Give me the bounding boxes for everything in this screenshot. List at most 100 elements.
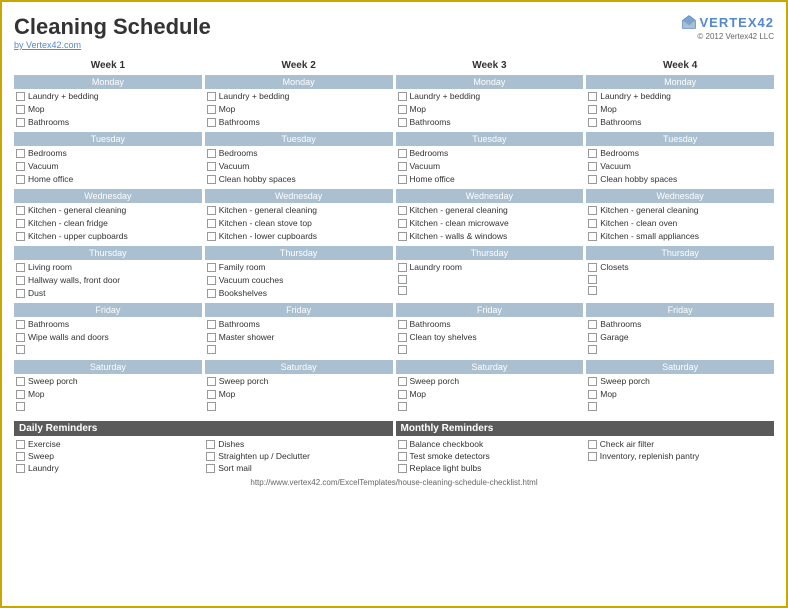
checkbox[interactable] [588, 219, 597, 228]
checkbox[interactable] [588, 345, 597, 354]
checkbox[interactable] [588, 232, 597, 241]
checkbox[interactable] [207, 289, 216, 298]
checkbox[interactable] [398, 118, 407, 127]
checkbox[interactable] [588, 452, 597, 461]
day-item: Sweep porch [14, 375, 202, 388]
day-item: Sweep porch [586, 375, 774, 388]
checkbox[interactable] [206, 464, 215, 473]
checkbox[interactable] [207, 219, 216, 228]
checkbox[interactable] [588, 377, 597, 386]
item-text: Kitchen - general cleaning [219, 205, 317, 216]
checkbox[interactable] [588, 175, 597, 184]
checkbox[interactable] [588, 105, 597, 114]
checkbox[interactable] [398, 440, 407, 449]
checkbox[interactable] [207, 345, 216, 354]
checkbox[interactable] [588, 263, 597, 272]
checkbox[interactable] [16, 464, 25, 473]
checkbox[interactable] [398, 402, 407, 411]
checkbox[interactable] [207, 232, 216, 241]
checkbox[interactable] [398, 105, 407, 114]
checkbox[interactable] [588, 286, 597, 295]
checkbox[interactable] [16, 390, 25, 399]
day-item: Kitchen - clean oven [586, 217, 774, 230]
checkbox[interactable] [207, 206, 216, 215]
checkbox[interactable] [207, 118, 216, 127]
week-1-day-3: WednesdayKitchen - general cleaningKitch… [14, 189, 202, 244]
checkbox[interactable] [207, 175, 216, 184]
checkbox[interactable] [588, 275, 597, 284]
checkbox[interactable] [398, 175, 407, 184]
checkbox[interactable] [398, 263, 407, 272]
day-item: Closets [586, 261, 774, 274]
checkbox[interactable] [398, 206, 407, 215]
checkbox[interactable] [207, 402, 216, 411]
checkbox[interactable] [16, 206, 25, 215]
checkbox[interactable] [16, 105, 25, 114]
day-item: Kitchen - clean microwave [396, 217, 584, 230]
checkbox[interactable] [16, 345, 25, 354]
item-text: Laundry + bedding [410, 91, 481, 102]
checkbox[interactable] [398, 232, 407, 241]
checkbox[interactable] [207, 377, 216, 386]
checkbox[interactable] [16, 289, 25, 298]
day-header: Wednesday [14, 189, 202, 203]
checkbox[interactable] [206, 452, 215, 461]
checkbox[interactable] [398, 149, 407, 158]
checkbox[interactable] [16, 320, 25, 329]
checkbox[interactable] [207, 333, 216, 342]
checkbox[interactable] [16, 377, 25, 386]
checkbox[interactable] [16, 402, 25, 411]
checkbox[interactable] [588, 118, 597, 127]
checkbox[interactable] [398, 219, 407, 228]
checkbox[interactable] [16, 175, 25, 184]
week-1-day-4: ThursdayLiving roomHallway walls, front … [14, 246, 202, 301]
checkbox[interactable] [16, 92, 25, 101]
checkbox[interactable] [16, 440, 25, 449]
checkbox[interactable] [206, 440, 215, 449]
reminder-item: Test smoke detectors [396, 450, 584, 462]
checkbox[interactable] [588, 92, 597, 101]
checkbox[interactable] [588, 440, 597, 449]
checkbox[interactable] [588, 149, 597, 158]
checkbox[interactable] [16, 118, 25, 127]
checkbox[interactable] [16, 276, 25, 285]
checkbox[interactable] [207, 263, 216, 272]
checkbox[interactable] [16, 219, 25, 228]
checkbox[interactable] [398, 286, 407, 295]
checkbox[interactable] [207, 105, 216, 114]
checkbox[interactable] [16, 452, 25, 461]
checkbox[interactable] [398, 377, 407, 386]
checkbox[interactable] [398, 275, 407, 284]
checkbox[interactable] [16, 232, 25, 241]
checkbox[interactable] [16, 333, 25, 342]
reminder-text: Sort mail [218, 463, 252, 473]
checkbox[interactable] [398, 464, 407, 473]
week-4-day-5: FridayBathroomsGarage [586, 303, 774, 358]
checkbox[interactable] [16, 149, 25, 158]
checkbox[interactable] [207, 276, 216, 285]
day-header: Wednesday [586, 189, 774, 203]
item-text: Laundry + bedding [28, 91, 99, 102]
checkbox[interactable] [588, 206, 597, 215]
checkbox[interactable] [398, 345, 407, 354]
checkbox[interactable] [588, 402, 597, 411]
checkbox[interactable] [207, 390, 216, 399]
checkbox[interactable] [207, 320, 216, 329]
reminder-item: Inventory, replenish pantry [586, 450, 774, 462]
checkbox[interactable] [588, 333, 597, 342]
checkbox[interactable] [398, 320, 407, 329]
checkbox[interactable] [398, 162, 407, 171]
checkbox[interactable] [16, 162, 25, 171]
checkbox[interactable] [588, 390, 597, 399]
checkbox[interactable] [398, 333, 407, 342]
checkbox[interactable] [588, 320, 597, 329]
checkbox[interactable] [588, 162, 597, 171]
checkbox[interactable] [207, 149, 216, 158]
checkbox[interactable] [398, 92, 407, 101]
item-text: Sweep porch [219, 376, 269, 387]
checkbox[interactable] [207, 92, 216, 101]
checkbox[interactable] [16, 263, 25, 272]
checkbox[interactable] [207, 162, 216, 171]
checkbox[interactable] [398, 390, 407, 399]
checkbox[interactable] [398, 452, 407, 461]
